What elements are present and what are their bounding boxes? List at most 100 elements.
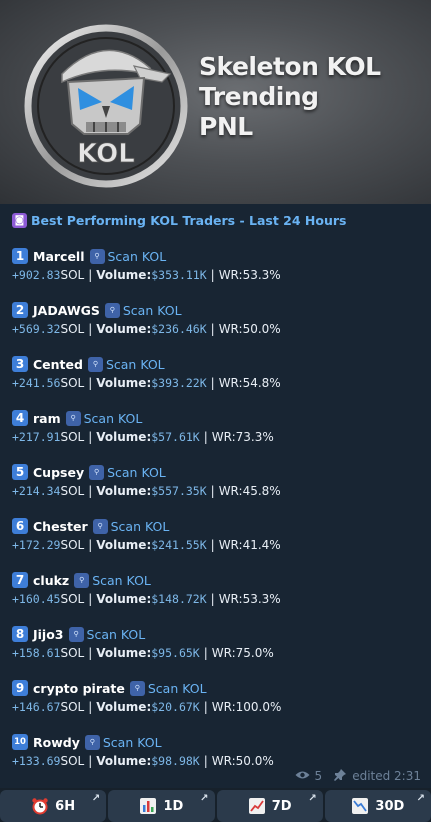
wr-value: 53.3%	[242, 268, 281, 282]
separator: |	[88, 538, 93, 552]
trader-row: 8 Jijo3 ⚲ Scan KOL +158.61 SOL | Volume: $95.6…	[12, 624, 422, 662]
button-7d-label: 7D	[271, 798, 292, 814]
trader-stats-line: +146.67 SOL | Volume: $20.67K | WR: 100.0%	[12, 698, 422, 716]
separator: |	[88, 268, 93, 282]
trader-name-line: 5 Cupsey ⚲ Scan KOL	[12, 462, 422, 482]
sol-unit: SOL	[60, 538, 85, 552]
scan-icon[interactable]: ⚲	[89, 248, 105, 264]
pnl-value: +569.32	[12, 322, 61, 336]
scan-kol-link[interactable]: Scan KOL	[107, 465, 166, 480]
volume-value: $353.11K	[151, 268, 207, 282]
sol-unit: SOL	[60, 376, 85, 390]
separator: |	[210, 268, 215, 282]
pnl-value: +133.69	[12, 754, 61, 768]
header-text: Best Performing KOL Traders - Last 24 Ho…	[31, 212, 347, 228]
scan-kol-link[interactable]: Scan KOL	[103, 735, 162, 750]
timeframe-30d-button[interactable]: 30D ↗	[324, 790, 431, 822]
wr-value: 75.0%	[235, 646, 274, 660]
button-30d-label: 30D	[375, 798, 405, 814]
scan-kol-link[interactable]: Scan KOL	[87, 627, 146, 642]
message-header: ◙ Best Performing KOL Traders - Last 24 …	[12, 210, 347, 230]
volume-label: Volume:	[96, 268, 152, 282]
wr-label: WR:	[211, 646, 236, 660]
scan-kol-link[interactable]: Scan KOL	[148, 681, 207, 696]
timeframe-6h-button[interactable]: 6H ↗	[0, 790, 107, 822]
trader-name-line: 1 Marcell ⚲ Scan KOL	[12, 246, 422, 266]
trader-name: crypto pirate	[33, 680, 125, 696]
scan-kol-link[interactable]: Scan KOL	[106, 357, 165, 372]
scan-kol-link[interactable]: Scan KOL	[123, 303, 182, 318]
wr-value: 100.0%	[235, 700, 282, 714]
eye-icon	[295, 769, 310, 783]
separator: |	[88, 592, 93, 606]
trader-name: clukz	[33, 572, 70, 588]
scan-icon[interactable]: ⚲	[129, 680, 145, 696]
wr-value: 41.4%	[242, 538, 281, 552]
wr-value: 53.3%	[242, 592, 281, 606]
scan-icon[interactable]: ⚲	[84, 734, 100, 750]
trader-row: 9 crypto pirate ⚲ Scan KOL +146.67 SOL | Volum…	[12, 678, 422, 716]
volume-value: $57.61K	[151, 430, 200, 444]
scan-icon[interactable]: ⚲	[104, 302, 120, 318]
wr-label: WR:	[211, 700, 236, 714]
trader-stats-line: +160.45 SOL | Volume: $148.72K | WR: 53.3%	[12, 590, 422, 608]
pnl-value: +902.83	[12, 268, 61, 282]
rank-badge: 3	[12, 356, 28, 372]
wr-label: WR:	[218, 376, 243, 390]
pnl-value: +214.34	[12, 484, 61, 498]
purple-square-icon: ◙	[12, 212, 27, 228]
volume-value: $20.67K	[151, 700, 200, 714]
scan-icon[interactable]: ⚲	[89, 464, 105, 480]
pnl-value: +217.91	[12, 430, 61, 444]
sol-unit: SOL	[60, 268, 85, 282]
scan-kol-link[interactable]: Scan KOL	[108, 249, 167, 264]
timeframe-1d-button[interactable]: 1D ↗	[108, 790, 215, 822]
view-count: 5	[314, 769, 323, 783]
separator: |	[203, 754, 208, 768]
scan-kol-link[interactable]: Scan KOL	[111, 519, 170, 534]
wr-value: 50.0%	[242, 322, 281, 336]
trader-name: Chester	[33, 518, 88, 534]
volume-value: $98.98K	[151, 754, 200, 768]
rank-badge: 1	[12, 248, 28, 264]
wr-label: WR:	[218, 538, 243, 552]
scan-icon[interactable]: ⚲	[65, 410, 81, 426]
inline-keyboard: 6H ↗ 1D ↗ 7D ↗ 30D ↗	[0, 790, 431, 822]
volume-label: Volume:	[96, 430, 152, 444]
pnl-value: +160.45	[12, 592, 61, 606]
wr-label: WR:	[211, 754, 236, 768]
skeleton-kol-logo: KOL	[24, 24, 188, 188]
scan-icon[interactable]: ⚲	[68, 626, 84, 642]
scan-icon[interactable]: ⚲	[87, 356, 103, 372]
trader-row: 5 Cupsey ⚲ Scan KOL +214.34 SOL | Volume: $557…	[12, 462, 422, 500]
scan-kol-link[interactable]: Scan KOL	[92, 573, 151, 588]
rank-badge: 2	[12, 302, 28, 318]
volume-label: Volume:	[96, 376, 152, 390]
trader-name: Marcell	[33, 248, 85, 264]
trader-name: Cupsey	[33, 464, 85, 480]
scan-icon[interactable]: ⚲	[92, 518, 108, 534]
trader-stats-line: +158.61 SOL | Volume: $95.65K | WR: 75.0%	[12, 644, 422, 662]
trader-row: 7 clukz ⚲ Scan KOL +160.45 SOL | Volume: $148.…	[12, 570, 422, 608]
separator: |	[203, 430, 208, 444]
kol-banner-image[interactable]: KOL Skeleton KOL Trending PNL	[0, 0, 431, 204]
trader-row: 1 Marcell ⚲ Scan KOL +902.83 SOL | Volume: $35…	[12, 246, 422, 284]
rank-badge: 6	[12, 518, 28, 534]
trader-name: JADAWGS	[33, 302, 100, 318]
trader-stats-line: +241.56 SOL | Volume: $393.22K | WR: 54.8%	[12, 374, 422, 392]
alarm-clock-icon	[31, 797, 49, 815]
trader-stats-line: +569.32 SOL | Volume: $236.46K | WR: 50.0%	[12, 320, 422, 338]
button-1d-label: 1D	[163, 798, 184, 814]
wr-label: WR:	[211, 430, 236, 444]
volume-label: Volume:	[96, 484, 152, 498]
open-link-icon: ↗	[91, 793, 101, 804]
trader-row: 10 Rowdy ⚲ Scan KOL +133.69 SOL | Volume: $98.…	[12, 732, 422, 770]
scan-icon[interactable]: ⚲	[74, 572, 90, 588]
separator: |	[88, 322, 93, 336]
button-6h-label: 6H	[55, 798, 76, 814]
volume-value: $241.55K	[151, 538, 207, 552]
volume-label: Volume:	[96, 646, 152, 660]
timeframe-7d-button[interactable]: 7D ↗	[216, 790, 323, 822]
scan-kol-link[interactable]: Scan KOL	[84, 411, 143, 426]
volume-label: Volume:	[96, 592, 152, 606]
